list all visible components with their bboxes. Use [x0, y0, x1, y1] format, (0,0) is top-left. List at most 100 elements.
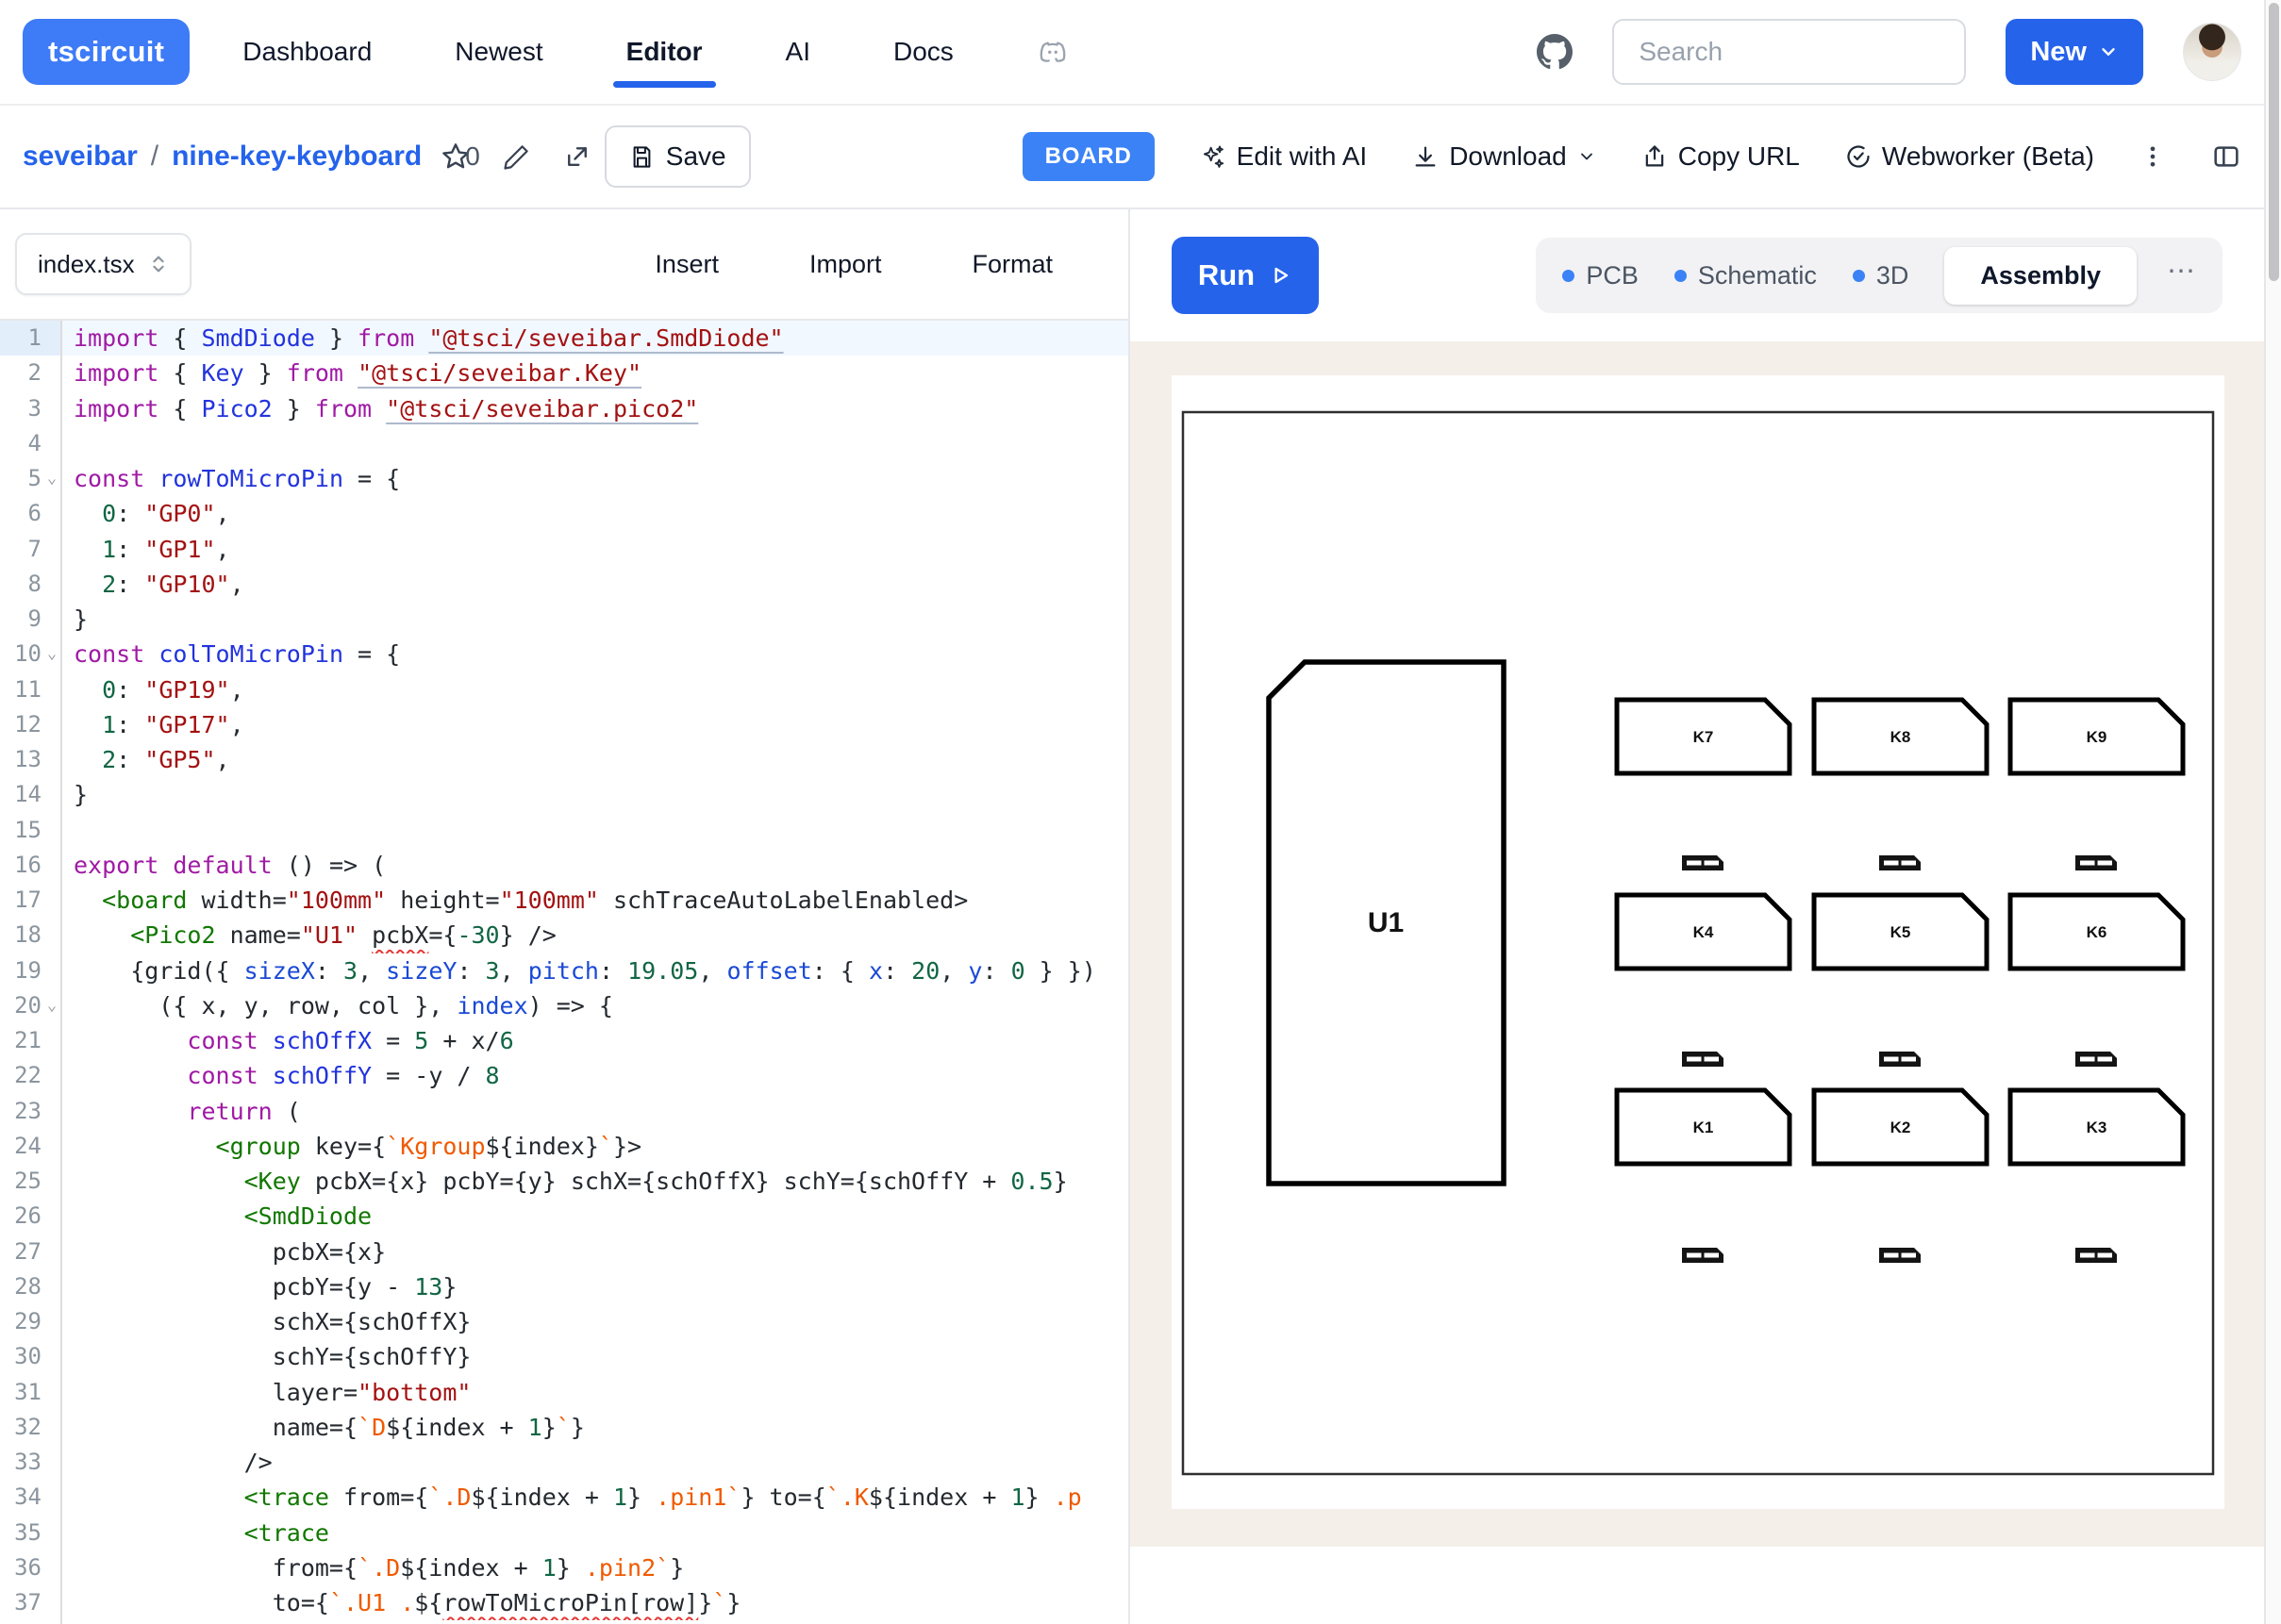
tab-label: Assembly: [1980, 261, 2101, 290]
diode-tick: [1899, 1057, 1902, 1062]
kebab-menu-icon[interactable]: [2139, 143, 2166, 170]
code-line[interactable]: 12 1: "GP17",: [0, 707, 1128, 742]
save-button[interactable]: Save: [605, 125, 751, 188]
code-line[interactable]: 13 2: "GP5",: [0, 742, 1128, 777]
editor-menu-format[interactable]: Format: [972, 250, 1053, 279]
fold-chevron-icon[interactable]: ⌄: [42, 988, 62, 1023]
code-line[interactable]: 38 />: [0, 1620, 1128, 1624]
nav-item-ai[interactable]: AI: [786, 37, 810, 67]
code-line[interactable]: 11 0: "GP19",: [0, 672, 1128, 707]
code-line[interactable]: 19 {grid({ sizeX: 3, sizeY: 3, pitch: 19…: [0, 953, 1128, 988]
line-number: 15: [0, 813, 42, 848]
code-line[interactable]: 5⌄const rowToMicroPin = {: [0, 461, 1128, 496]
code-line[interactable]: 29 schX={schOffX}: [0, 1304, 1128, 1339]
code-line[interactable]: 30 schY={schOffY}: [0, 1339, 1128, 1374]
webworker-button[interactable]: Webworker (Beta): [1845, 141, 2094, 172]
code-text: const colToMicroPin = {: [62, 637, 1128, 671]
code-line[interactable]: 14}: [0, 777, 1128, 812]
breadcrumb-user[interactable]: seveibar: [23, 141, 138, 173]
code-line[interactable]: 6 0: "GP0",: [0, 496, 1128, 531]
project-actions: BOARD Edit with AI Download Copy URL Web…: [1023, 132, 2241, 181]
code-area[interactable]: 1import { SmdDiode } from "@tsci/seveiba…: [0, 321, 1128, 1624]
webworker-label: Webworker (Beta): [1882, 141, 2094, 172]
fold-spacer: [42, 1620, 62, 1624]
code-line[interactable]: 36 from={`.D${index + 1} .pin2`}: [0, 1550, 1128, 1585]
logo[interactable]: tscircuit: [23, 19, 190, 85]
nav-item-docs[interactable]: Docs: [893, 37, 954, 67]
scrollbar-thumb[interactable]: [2269, 3, 2279, 281]
code-line[interactable]: 20⌄ ({ x, y, row, col }, index) => {: [0, 988, 1128, 1023]
code-line[interactable]: 9}: [0, 602, 1128, 637]
code-line[interactable]: 33 />: [0, 1445, 1128, 1480]
key-label: K4: [1693, 923, 1714, 941]
fold-spacer: [42, 1023, 62, 1058]
search-input[interactable]: [1612, 19, 1966, 85]
nav-item-editor[interactable]: Editor: [626, 37, 703, 67]
tab-schematic[interactable]: Schematic: [1674, 261, 1817, 290]
code-line[interactable]: 18 <Pico2 name="U1" pcbX={-30} />: [0, 918, 1128, 953]
board-badge[interactable]: BOARD: [1023, 132, 1155, 181]
code-line[interactable]: 32 name={`D${index + 1}`}: [0, 1410, 1128, 1445]
assembly-canvas[interactable]: U1K7K8K9K4K5K6K1K2K3: [1130, 341, 2266, 1547]
download-button[interactable]: Download: [1412, 141, 1596, 172]
breadcrumb-project[interactable]: nine-key-keyboard: [172, 141, 422, 173]
code-line[interactable]: 34 <trace from={`.D${index + 1} .pin1`} …: [0, 1480, 1128, 1515]
code-line[interactable]: 28 pcbY={y - 13}: [0, 1269, 1128, 1304]
code-line[interactable]: 1import { SmdDiode } from "@tsci/seveiba…: [0, 321, 1128, 356]
copy-url-button[interactable]: Copy URL: [1641, 141, 1800, 172]
code-line[interactable]: 23 return (: [0, 1094, 1128, 1129]
code-line[interactable]: 16export default () => (: [0, 848, 1128, 883]
code-line[interactable]: 8 2: "GP10",: [0, 567, 1128, 602]
fold-chevron-icon[interactable]: ⌄: [42, 461, 62, 496]
code-line[interactable]: 24 <group key={`Kgroup${index}`}>: [0, 1129, 1128, 1164]
edit-with-ai-button[interactable]: Edit with AI: [1200, 141, 1368, 172]
code-line[interactable]: 4: [0, 426, 1128, 461]
line-gutter: 4: [0, 426, 62, 461]
code-line[interactable]: 31 layer="bottom": [0, 1375, 1128, 1410]
code-text: 0: "GP19",: [62, 672, 1128, 707]
more-views-button[interactable]: ⋯: [2167, 255, 2207, 297]
open-share-icon[interactable]: [563, 142, 591, 171]
line-number: 10: [0, 637, 42, 671]
fold-chevron-icon[interactable]: ⌄: [42, 637, 62, 671]
fold-spacer: [42, 1304, 62, 1339]
panel-toggle-icon[interactable]: [2211, 141, 2241, 172]
new-button[interactable]: New: [2006, 19, 2143, 85]
tab-pcb[interactable]: PCB: [1562, 261, 1639, 290]
avatar[interactable]: [2183, 23, 2241, 81]
file-selector[interactable]: index.tsx: [15, 233, 191, 295]
code-line[interactable]: 26 <SmdDiode: [0, 1199, 1128, 1234]
line-number: 14: [0, 777, 42, 812]
edit-pencil-icon[interactable]: [503, 142, 531, 171]
code-line[interactable]: 17 <board width="100mm" height="100mm" s…: [0, 883, 1128, 918]
editor-menu-insert[interactable]: Insert: [655, 250, 719, 279]
code-line[interactable]: 15: [0, 813, 1128, 848]
code-line[interactable]: 21 const schOffX = 5 + x/6: [0, 1023, 1128, 1058]
chip-label: U1: [1368, 907, 1404, 938]
run-button[interactable]: Run: [1172, 237, 1319, 314]
code-line[interactable]: 27 pcbX={x}: [0, 1235, 1128, 1269]
discord-icon[interactable]: [1037, 36, 1069, 68]
tab-assembly[interactable]: Assembly: [1944, 247, 2137, 305]
code-line[interactable]: 25 <Key pcbX={x} pcbY={y} schX={schOffX}…: [0, 1164, 1128, 1199]
code-line[interactable]: 3import { Pico2 } from "@tsci/seveibar.p…: [0, 391, 1128, 426]
code-line[interactable]: 7 1: "GP1",: [0, 532, 1128, 567]
code-text: <trace from={`.D${index + 1} .pin1`} to=…: [62, 1480, 1128, 1515]
line-number: 28: [0, 1269, 42, 1304]
code-line[interactable]: 2import { Key } from "@tsci/seveibar.Key…: [0, 356, 1128, 390]
code-line[interactable]: 35 <trace: [0, 1516, 1128, 1550]
line-number: 33: [0, 1445, 42, 1480]
editor-menu-import[interactable]: Import: [809, 250, 882, 279]
code-text: pcbY={y - 13}: [62, 1269, 1128, 1304]
line-number: 29: [0, 1304, 42, 1339]
primary-nav: Dashboard Newest Editor AI Docs: [242, 37, 954, 67]
code-line[interactable]: 22 const schOffY = -y / 8: [0, 1058, 1128, 1093]
code-line[interactable]: 37 to={`.U1 .${rowToMicroPin[row]}`}: [0, 1585, 1128, 1620]
nav-item-dashboard[interactable]: Dashboard: [242, 37, 372, 67]
download-icon: [1412, 143, 1439, 170]
page-scrollbar[interactable]: [2264, 0, 2281, 1624]
tab-3d[interactable]: 3D: [1853, 261, 1909, 290]
github-icon[interactable]: [1537, 34, 1573, 70]
nav-item-newest[interactable]: Newest: [455, 37, 542, 67]
code-line[interactable]: 10⌄const colToMicroPin = {: [0, 637, 1128, 671]
